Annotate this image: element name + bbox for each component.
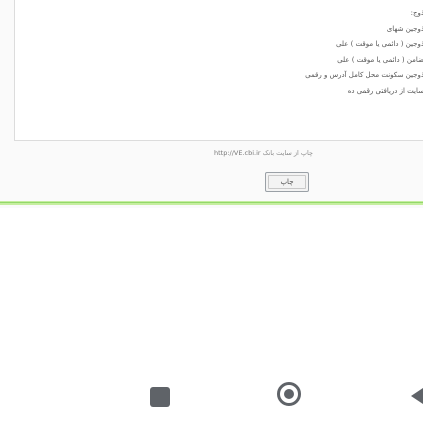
document-text-box: ذوج: ذوجين شهای ذوجين ( دائمی یا موقت ) …	[14, 0, 423, 141]
document-line: ذوجين شهای	[386, 24, 423, 33]
print-button-label: چاپ	[280, 178, 294, 186]
print-source-label: چاپ از سایت بانک	[262, 149, 313, 157]
green-divider	[0, 201, 423, 205]
print-source-text: چاپ از سایت بانک http://VE.cbi.ir	[214, 149, 313, 157]
android-navigation-bar	[0, 372, 423, 420]
print-source-url: http://VE.cbi.ir	[214, 149, 261, 157]
print-button[interactable]: چاپ	[265, 172, 309, 192]
document-line: ذوجين ( دائمی یا موقت ) علی	[336, 40, 423, 49]
triangle-back-icon[interactable]	[411, 388, 423, 404]
circle-home-icon[interactable]	[277, 382, 301, 406]
document-area: ذوج: ذوجين شهای ذوجين ( دائمی یا موقت ) …	[0, 0, 423, 208]
document-line: ضامن ( دائمی یا موقت ) علی	[337, 55, 423, 64]
document-line: ذوجين سکونت محل کامل آدرس و رقمی	[305, 71, 423, 80]
square-recents-icon[interactable]	[150, 387, 170, 407]
document-lines: ذوج: ذوجين شهای ذوجين ( دائمی یا موقت ) …	[305, 6, 423, 100]
document-line: سایت از دریافتی رقمی ده	[347, 86, 423, 95]
document-line: ذوج:	[410, 9, 423, 17]
